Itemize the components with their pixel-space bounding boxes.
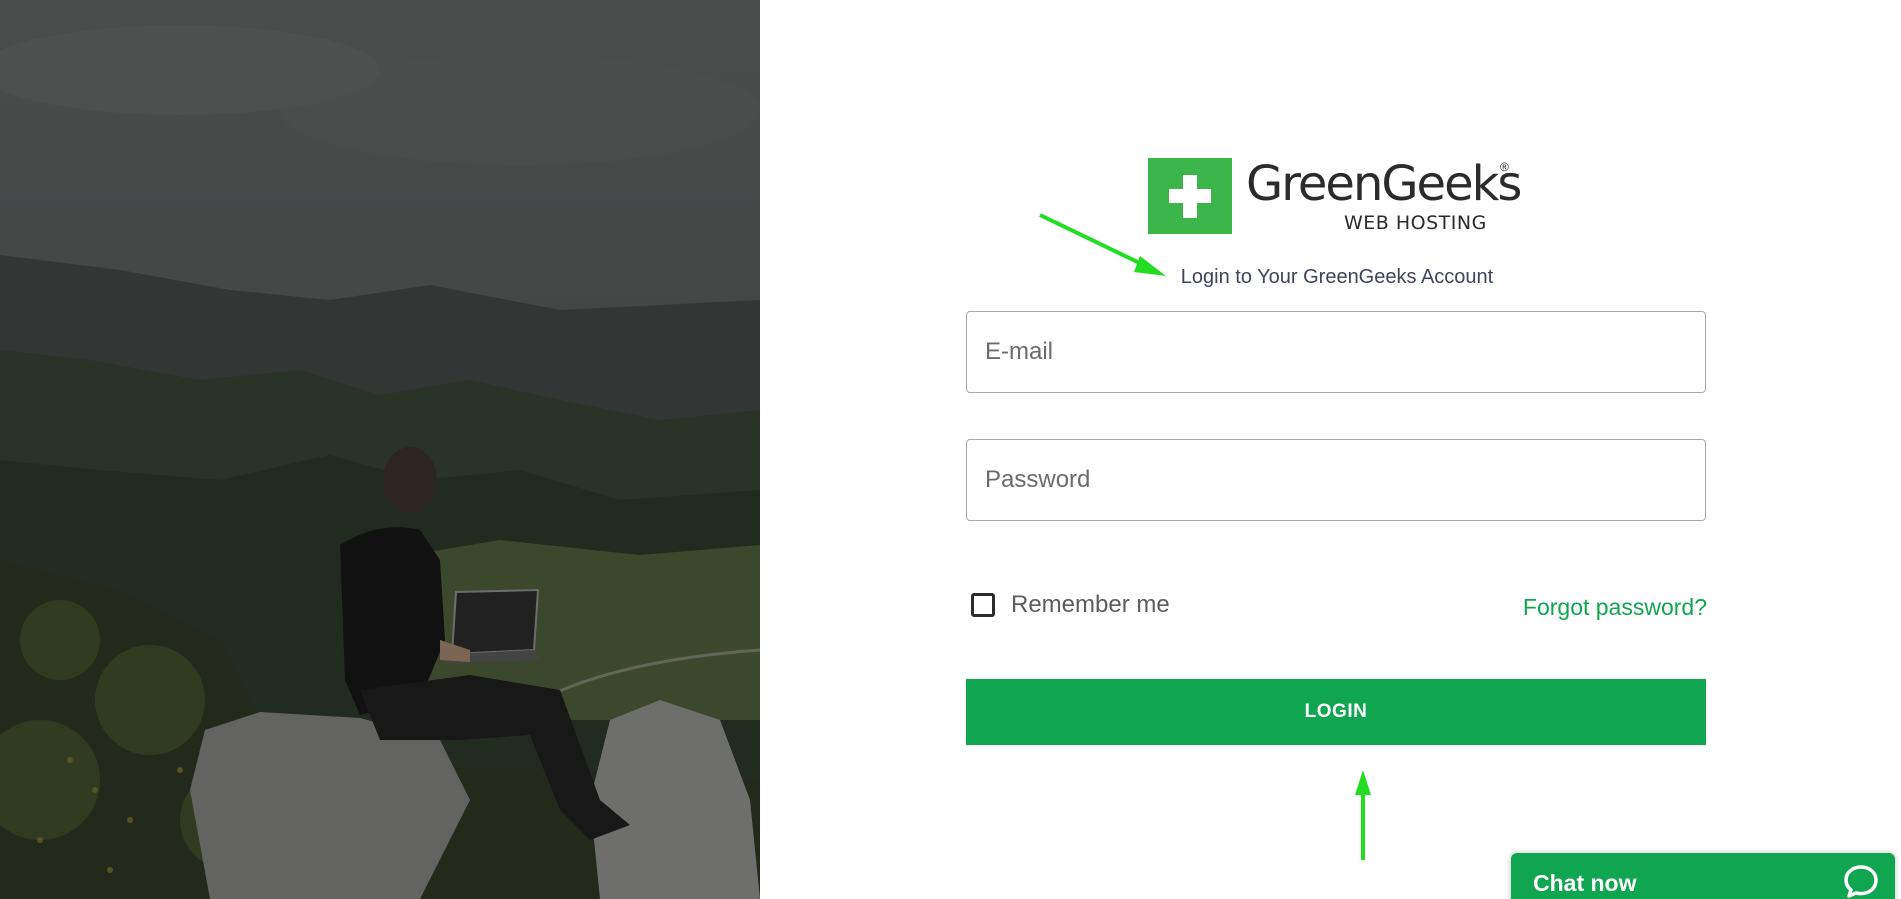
forgot-password-link[interactable]: Forgot password? xyxy=(1523,594,1707,621)
greengeeks-logo: GreenGeeks ® WEB HOSTING xyxy=(1148,156,1528,236)
chat-bubble-icon xyxy=(1843,863,1879,899)
registered-mark: ® xyxy=(1500,160,1509,174)
logo-wordmark: GreenGeeks xyxy=(1246,156,1522,212)
chat-now-label: Chat now xyxy=(1533,870,1637,896)
background-photo xyxy=(0,0,760,899)
login-page: GreenGeeks ® WEB HOSTING Login to Your G… xyxy=(0,0,1901,899)
remember-me-checkbox[interactable] xyxy=(971,593,995,617)
email-field[interactable] xyxy=(966,311,1706,393)
login-heading: Login to Your GreenGeeks Account xyxy=(1180,266,1494,288)
chat-now-widget[interactable]: Chat now xyxy=(1511,853,1895,899)
remember-me-toggle[interactable]: Remember me xyxy=(971,591,1170,619)
logo-tagline: WEB HOSTING xyxy=(1344,212,1487,234)
plus-logo-icon xyxy=(1148,158,1232,234)
login-button[interactable]: LOGIN xyxy=(966,679,1706,745)
login-panel: GreenGeeks ® WEB HOSTING Login to Your G… xyxy=(760,0,1901,899)
password-field[interactable] xyxy=(966,439,1706,521)
remember-me-label: Remember me xyxy=(1011,591,1170,618)
